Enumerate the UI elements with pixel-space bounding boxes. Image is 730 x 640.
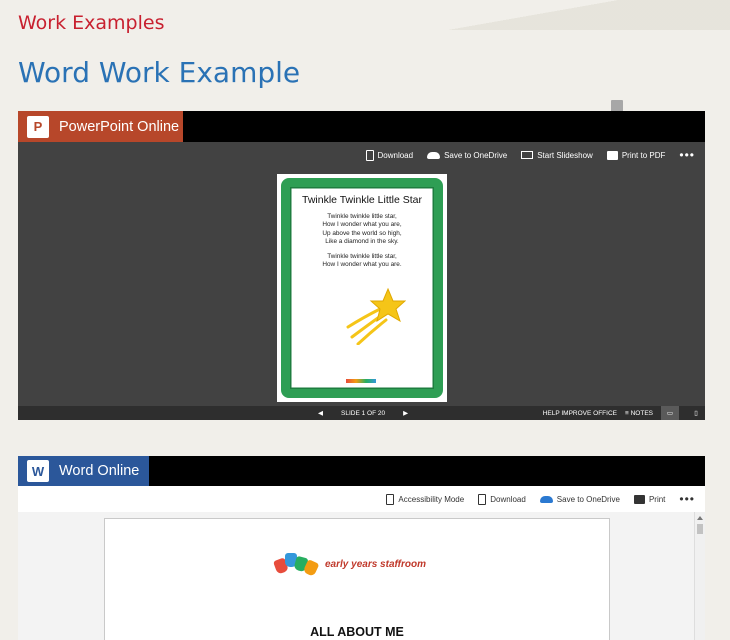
shooting-star-illustration bbox=[346, 287, 406, 345]
ppt-save-onedrive-label: Save to OneDrive bbox=[444, 150, 508, 160]
notes-label: NOTES bbox=[630, 409, 653, 417]
accessibility-icon bbox=[386, 493, 395, 505]
accessibility-mode-button[interactable]: Accessibility Mode bbox=[386, 493, 465, 505]
normal-view-icon[interactable]: ▭ bbox=[661, 406, 679, 420]
print-pdf-button[interactable]: Print to PDF bbox=[606, 150, 666, 160]
poem-line: Twinkle twinkle little star, bbox=[327, 253, 397, 261]
status-right-group: HELP IMPROVE OFFICE ≡ NOTES ▭ ▯ bbox=[543, 406, 705, 420]
slide-border-frame: Twinkle Twinkle Little Star Twinkle twin… bbox=[281, 178, 443, 398]
word-toolbar: Accessibility Mode Download Save to OneD… bbox=[18, 486, 705, 512]
word-print-label: Print bbox=[648, 494, 666, 504]
next-slide-icon[interactable]: ▶ bbox=[403, 409, 408, 417]
scroll-thumb[interactable] bbox=[697, 524, 703, 534]
help-improve-office-link[interactable]: HELP IMPROVE OFFICE bbox=[543, 410, 617, 417]
ppt-status-bar: ◀ SLIDE 1 OF 20 ▶ HELP IMPROVE OFFICE ≡ … bbox=[18, 406, 705, 420]
cloud-icon bbox=[427, 151, 441, 159]
word-download-button[interactable]: Download bbox=[478, 493, 526, 505]
ppt-save-onedrive-button[interactable]: Save to OneDrive bbox=[427, 151, 507, 160]
ppt-more-options-icon[interactable]: ••• bbox=[679, 148, 695, 162]
background-texture bbox=[430, 0, 730, 30]
print-pdf-label: Print to PDF bbox=[621, 150, 666, 160]
logo-text: early years staffroom bbox=[325, 559, 426, 570]
ppt-download-button[interactable]: Download bbox=[365, 149, 414, 161]
document-page[interactable]: early years staffroom ALL ABOUT ME bbox=[104, 518, 610, 640]
word-save-onedrive-label: Save to OneDrive bbox=[556, 494, 620, 504]
poem-line: How I wonder what you are, bbox=[322, 221, 402, 229]
slideshow-view-icon[interactable]: ▯ bbox=[687, 406, 705, 420]
slide-footer-logo bbox=[346, 379, 376, 383]
early-years-staffroom-logo: early years staffroom bbox=[272, 553, 426, 577]
page-heading: Word Work Example bbox=[18, 56, 301, 89]
word-title-bar: W Word Online bbox=[18, 456, 705, 486]
ppt-app-name: PowerPoint Online bbox=[59, 118, 180, 135]
ppt-toolbar: Download Save to OneDrive Start Slidesho… bbox=[365, 142, 706, 168]
slide-poem: Twinkle twinkle little star, How I wonde… bbox=[290, 213, 434, 270]
powerpoint-logo-icon: P bbox=[27, 115, 49, 138]
poem-line: How I wonder what you are. bbox=[322, 261, 402, 269]
word-viewer: W Word Online Accessibility Mode Downloa… bbox=[18, 456, 705, 640]
word-more-options-icon[interactable]: ••• bbox=[679, 492, 695, 506]
ppt-app-tab[interactable]: P PowerPoint Online bbox=[18, 111, 183, 142]
word-app-name: Word Online bbox=[59, 463, 140, 479]
slide-title: Twinkle Twinkle Little Star bbox=[301, 194, 423, 206]
start-slideshow-label: Start Slideshow bbox=[537, 150, 593, 160]
vertical-scrollbar[interactable] bbox=[694, 512, 705, 640]
word-print-button[interactable]: Print bbox=[633, 494, 666, 504]
notes-button[interactable]: ≡ NOTES bbox=[625, 410, 653, 417]
ppt-download-label: Download bbox=[377, 150, 414, 160]
ppt-title-bar: P PowerPoint Online bbox=[18, 111, 705, 142]
handprints-icon bbox=[272, 553, 320, 577]
slide-counter: SLIDE 1 OF 20 bbox=[341, 409, 386, 417]
section-title: Work Examples bbox=[18, 12, 165, 34]
slideshow-icon bbox=[521, 151, 534, 159]
document-canvas: early years staffroom ALL ABOUT ME bbox=[18, 512, 705, 640]
slide-thumbnail[interactable]: Twinkle Twinkle Little Star Twinkle twin… bbox=[277, 174, 447, 402]
previous-slide-icon[interactable]: ◀ bbox=[318, 409, 323, 417]
print-icon bbox=[606, 150, 618, 160]
document-heading: ALL ABOUT ME bbox=[310, 625, 404, 639]
print-icon bbox=[633, 494, 645, 504]
logo-text-span: early years staffroom bbox=[325, 558, 426, 570]
scroll-up-icon[interactable] bbox=[697, 516, 703, 520]
download-icon bbox=[478, 493, 487, 505]
download-icon bbox=[365, 149, 374, 161]
poem-line: Twinkle twinkle little star, bbox=[327, 213, 397, 220]
cloud-icon bbox=[539, 495, 553, 503]
word-download-label: Download bbox=[490, 494, 526, 504]
word-app-tab[interactable]: W Word Online bbox=[18, 456, 149, 486]
poem-line: Up above the world so high, bbox=[322, 229, 402, 237]
accessibility-mode-label: Accessibility Mode bbox=[398, 494, 465, 504]
poem-line: Like a diamond in the sky. bbox=[325, 237, 399, 245]
word-logo-icon: W bbox=[27, 460, 49, 482]
slide-navigation: ◀ SLIDE 1 OF 20 ▶ bbox=[318, 406, 408, 420]
powerpoint-viewer: P PowerPoint Online Download Save to One… bbox=[18, 111, 705, 420]
start-slideshow-button[interactable]: Start Slideshow bbox=[521, 151, 593, 160]
word-save-onedrive-button[interactable]: Save to OneDrive bbox=[539, 494, 620, 504]
